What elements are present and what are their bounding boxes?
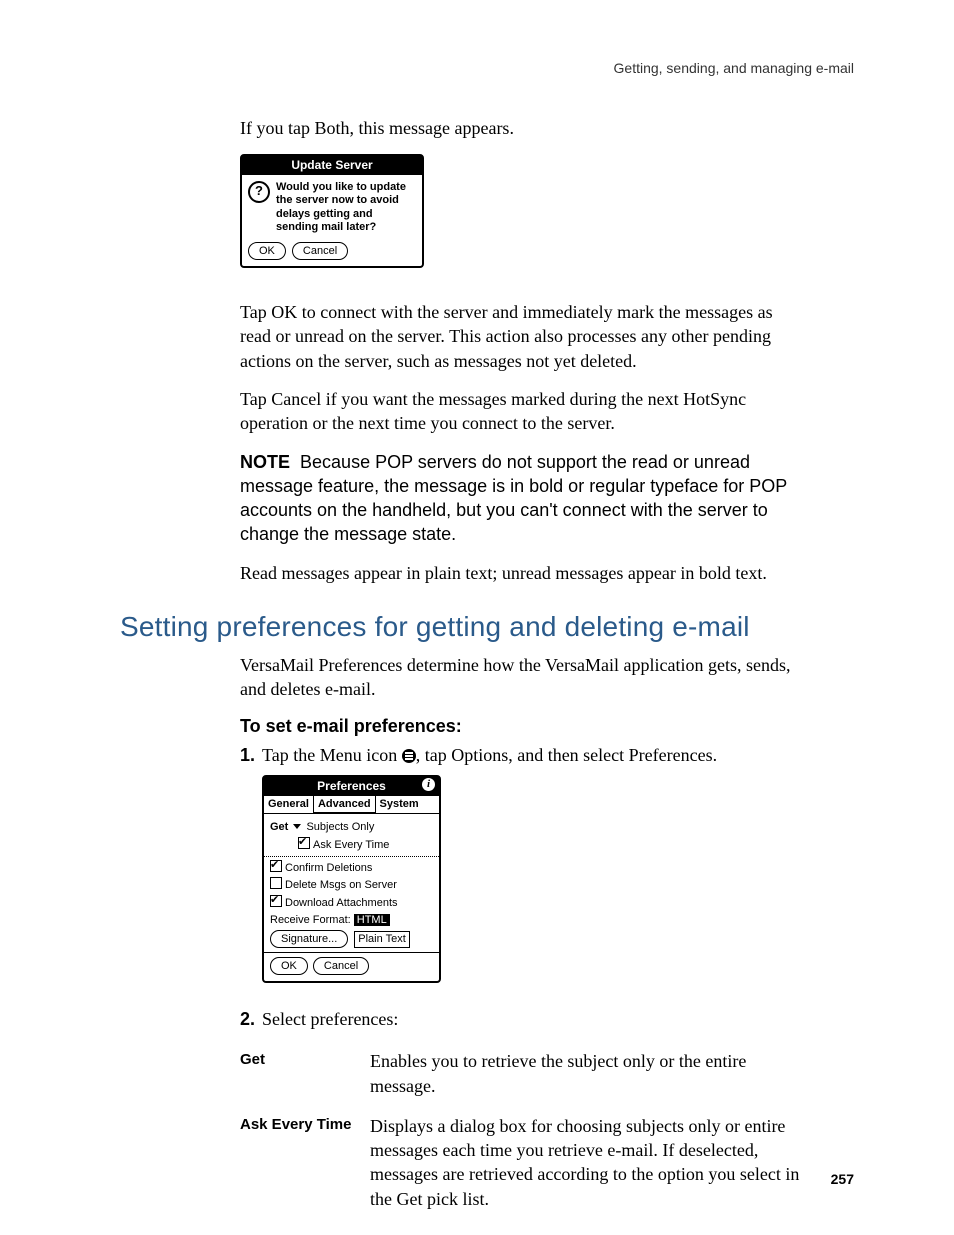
signature-button[interactable]: Signature... (270, 930, 348, 948)
prefs-ok-button[interactable]: OK (270, 957, 308, 975)
dialog-title: Update Server (291, 158, 372, 172)
page-number: 257 (831, 1171, 854, 1187)
download-label: Download Attachments (285, 897, 398, 909)
question-icon: ? (248, 181, 270, 203)
tab-general[interactable]: General (264, 796, 314, 813)
dialog-button-row: OK Cancel (242, 238, 422, 266)
def-ask-term: Ask Every Time (240, 1114, 370, 1211)
divider (264, 856, 439, 857)
step-1: 1.Tap the Menu icon , tap Options, and t… (240, 743, 800, 767)
def-ask: Ask Every Time Displays a dialog box for… (240, 1114, 800, 1211)
def-get: Get Enables you to retrieve the subject … (240, 1049, 800, 1098)
signature-plain-row: Signature... Plain Text (270, 930, 433, 948)
update-server-dialog: Update Server ? Would you like to update… (240, 154, 424, 268)
dialog-message: Would you like to update the server now … (276, 181, 416, 234)
step-1-text-a: Tap the Menu icon (262, 745, 402, 765)
page: Getting, sending, and managing e-mail If… (0, 0, 954, 1235)
cancel-button[interactable]: Cancel (292, 242, 348, 260)
get-value[interactable]: Subjects Only (306, 821, 374, 833)
tab-system[interactable]: System (376, 796, 423, 813)
delete-label: Delete Msgs on Server (285, 879, 397, 891)
def-get-term: Get (240, 1049, 370, 1098)
step-number: 1. (240, 743, 262, 767)
step-2: 2.Select preferences: (240, 1007, 800, 1031)
note-label: NOTE (240, 452, 290, 472)
ask-row: Ask Every Time (270, 837, 433, 853)
get-label: Get (270, 821, 288, 833)
preferences-dialog: Preferences i General Advanced System Ge… (262, 775, 441, 983)
body-column-2: VersaMail Preferences determine how the … (240, 653, 800, 1211)
receive-format-label: Receive Format: (270, 914, 351, 926)
confirm-checkbox[interactable] (270, 860, 282, 872)
receive-format-alt[interactable]: Plain Text (354, 931, 410, 948)
tab-advanced[interactable]: Advanced (314, 796, 376, 814)
step-1-text-b: , tap Options, and then select Preferenc… (416, 745, 717, 765)
def-ask-desc: Displays a dialog box for choosing subje… (370, 1114, 800, 1211)
ok-button[interactable]: OK (248, 242, 286, 260)
ask-label: Ask Every Time (313, 839, 389, 851)
section-intro: VersaMail Preferences determine how the … (240, 653, 800, 702)
download-row: Download Attachments (270, 895, 433, 911)
paragraph-tap-cancel: Tap Cancel if you want the messages mark… (240, 387, 800, 436)
ask-checkbox[interactable] (298, 837, 310, 849)
dialog-body: ? Would you like to update the server no… (242, 175, 422, 238)
download-checkbox[interactable] (270, 895, 282, 907)
info-icon[interactable]: i (422, 778, 435, 791)
step-2-text: Select preferences: (262, 1009, 398, 1029)
delete-row: Delete Msgs on Server (270, 877, 433, 893)
paragraph-tap-ok: Tap OK to connect with the server and im… (240, 300, 800, 373)
confirm-row: Confirm Deletions (270, 860, 433, 876)
prefs-cancel-button[interactable]: Cancel (313, 957, 369, 975)
dropdown-icon[interactable] (293, 824, 301, 829)
section-heading: Setting preferences for getting and dele… (120, 611, 854, 643)
delete-checkbox[interactable] (270, 877, 282, 889)
definition-list: Get Enables you to retrieve the subject … (240, 1049, 800, 1211)
prefs-tabs: General Advanced System (264, 796, 439, 814)
menu-icon (402, 749, 416, 763)
note-paragraph: NOTE Because POP servers do not support … (240, 450, 800, 547)
body-column: If you tap Both, this message appears. U… (240, 116, 800, 585)
receive-format-selected[interactable]: HTML (354, 914, 390, 926)
prefs-content: Get Subjects Only Ask Every Time Confirm… (264, 814, 439, 952)
prefs-titlebar: Preferences i (264, 777, 439, 796)
intro-paragraph: If you tap Both, this message appears. (240, 116, 800, 140)
paragraph-read-state: Read messages appear in plain text; unre… (240, 561, 800, 585)
receive-format-row: Receive Format: HTML (270, 913, 433, 928)
running-head: Getting, sending, and managing e-mail (120, 60, 854, 76)
dialog-titlebar: Update Server (242, 156, 422, 175)
prefs-button-row: OK Cancel (264, 952, 439, 981)
procedure-heading: To set e-mail preferences: (240, 716, 800, 737)
step-number-2: 2. (240, 1007, 262, 1031)
get-row: Get Subjects Only (270, 820, 433, 835)
prefs-title: Preferences (317, 779, 386, 793)
confirm-label: Confirm Deletions (285, 862, 372, 874)
def-get-desc: Enables you to retrieve the subject only… (370, 1049, 800, 1098)
note-body: Because POP servers do not support the r… (240, 452, 787, 545)
